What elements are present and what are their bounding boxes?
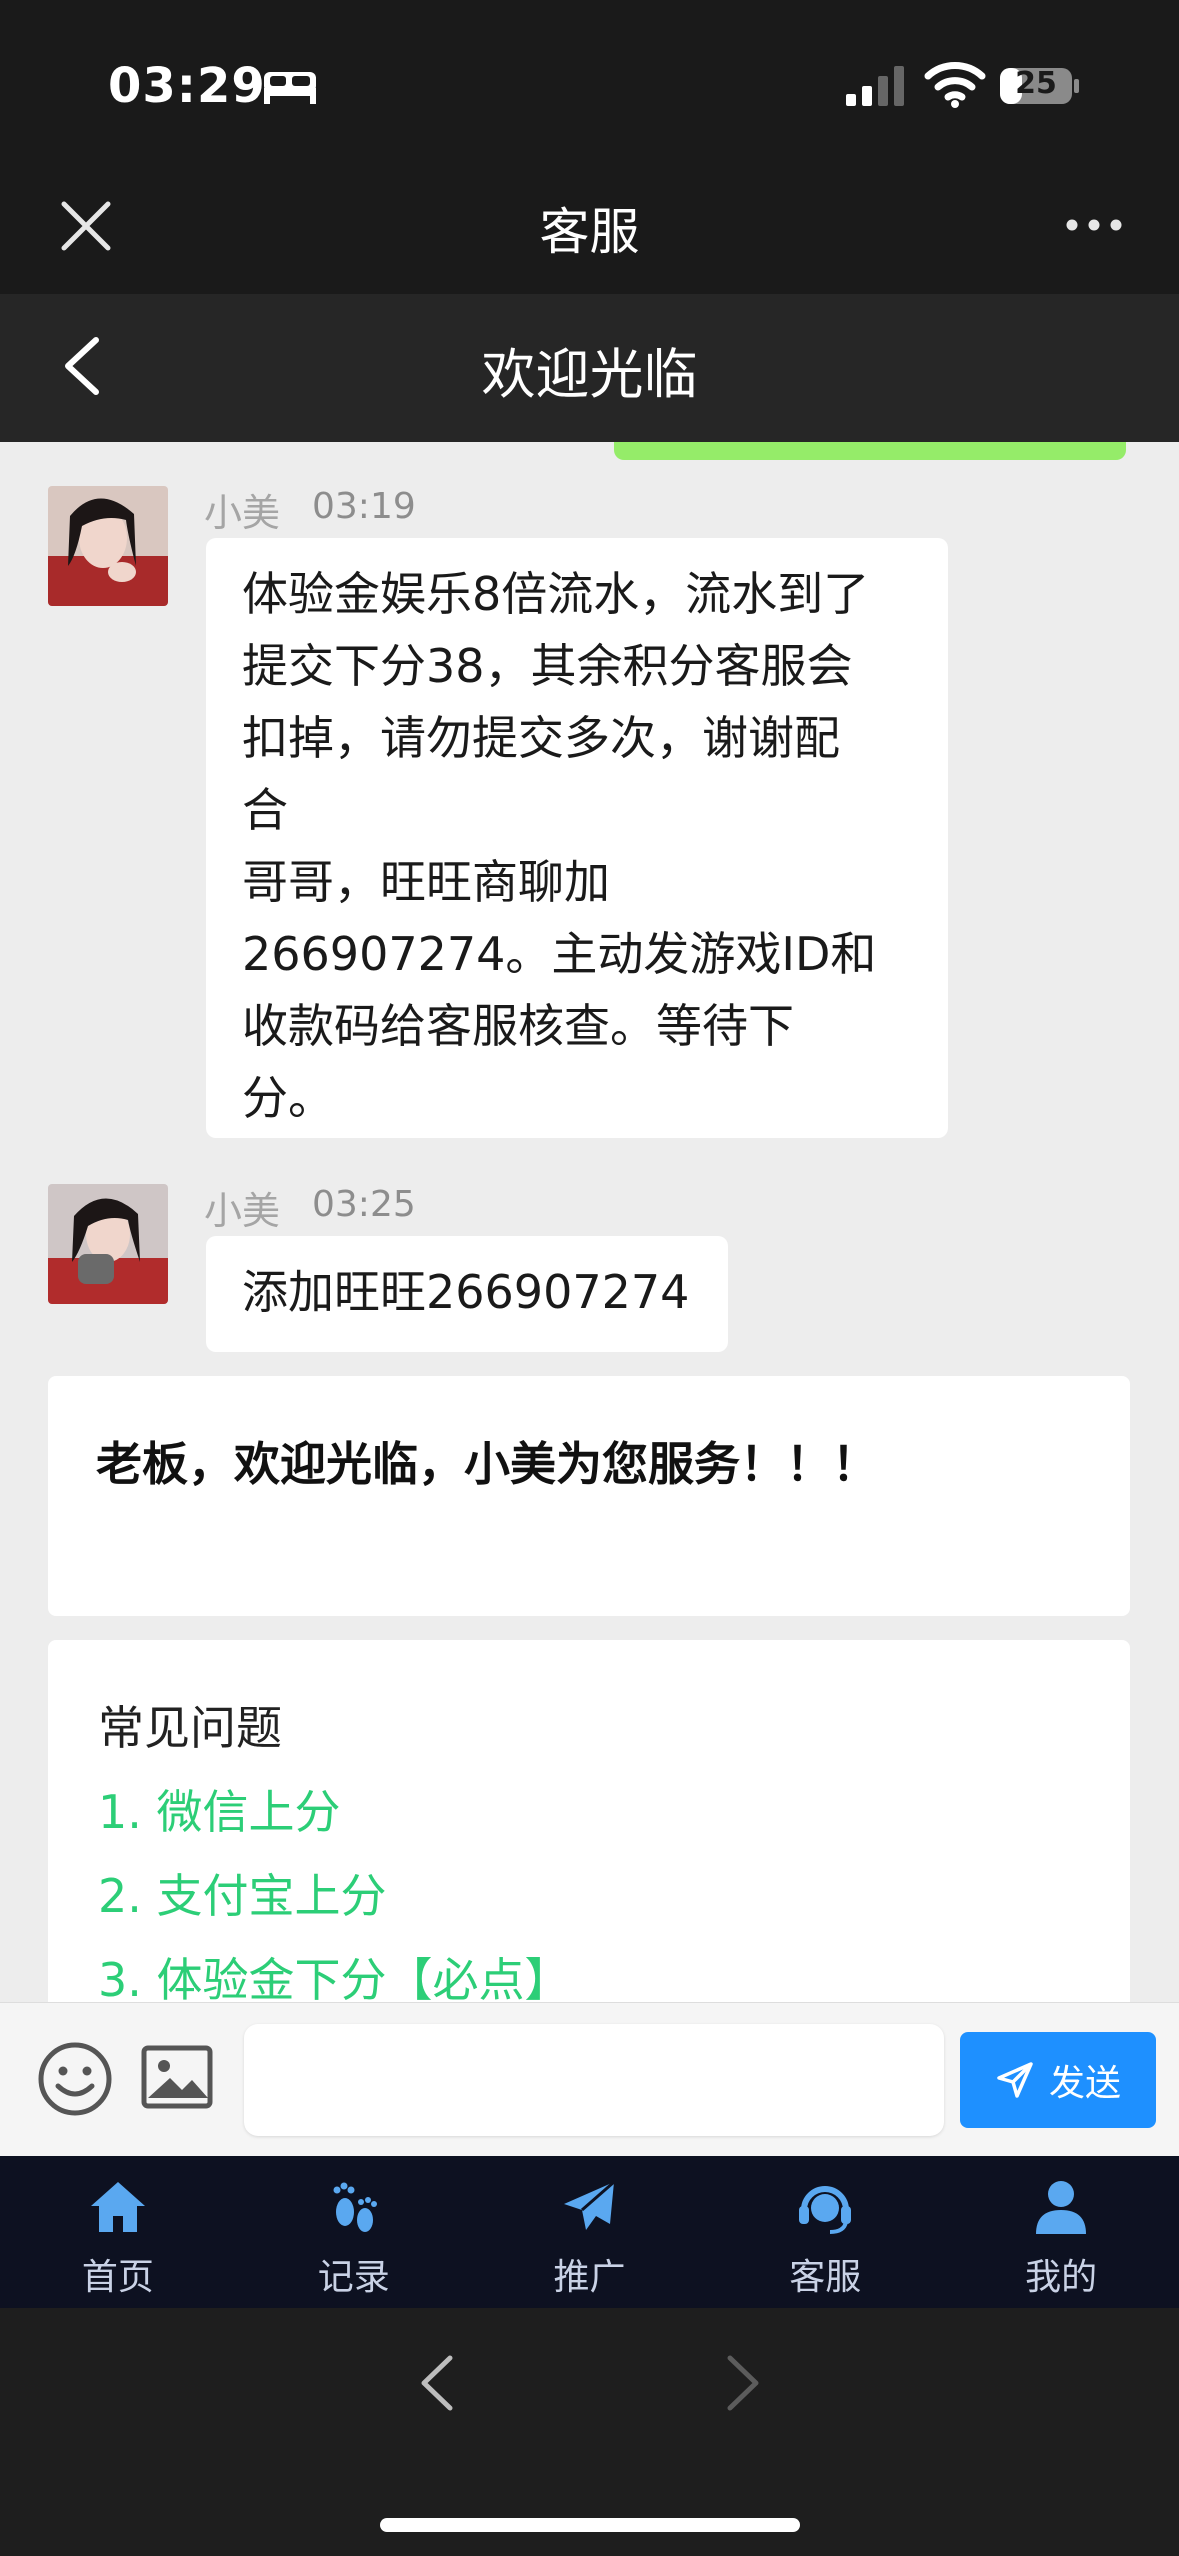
tab-label: 客服 (789, 2257, 862, 2298)
cellular-signal-icon (846, 66, 904, 106)
home-indicator[interactable] (380, 2518, 800, 2532)
message-time: 03:19 (312, 486, 416, 527)
faq-item-alipay-topup[interactable]: 2. 支付宝上分 (98, 1860, 387, 1926)
send-button[interactable]: 发送 (960, 2032, 1156, 2128)
image-upload-icon[interactable] (140, 2044, 214, 2110)
message-line: 添加旺旺266907274 (242, 1265, 690, 1319)
chat-area[interactable]: 小美 03:19 体验金娱乐8倍流水，流水到了 提交下分38，其余积分客服会 扣… (0, 442, 1179, 2002)
message-line: 分。 (242, 1071, 334, 1125)
outgoing-message-bubble (614, 442, 1126, 460)
tab-records[interactable]: 记录 (236, 2156, 472, 2308)
tab-label: 首页 (81, 2257, 154, 2298)
send-icon (997, 2062, 1033, 2098)
user-icon (1036, 2181, 1087, 2234)
message-line: 扣掉，请勿提交多次，谢谢配 (242, 711, 840, 765)
message-line: 哥哥，旺旺商聊加 (242, 855, 610, 909)
message-sender: 小美 (204, 491, 281, 535)
message-line: 266907274。主动发游戏ID和 (242, 927, 877, 981)
sleep-mode-icon (264, 72, 316, 104)
faq-card: 常见问题 1. 微信上分 2. 支付宝上分 3. 体验金下分【必点】 (48, 1640, 1130, 2002)
page-title: 欢迎光临 (481, 343, 698, 406)
wifi-icon (924, 62, 986, 108)
message-line: 收款码给客服核查。等待下 (242, 999, 794, 1053)
tab-promote[interactable]: 推广 (472, 2156, 708, 2308)
browser-back-icon[interactable] (418, 2354, 458, 2412)
avatar[interactable] (48, 1184, 168, 1304)
send-button-label: 发送 (1048, 2063, 1121, 2104)
bottom-tab-bar: 首页 记录 推广 客服 我的 (0, 2156, 1179, 2308)
message-input[interactable] (244, 2024, 944, 2136)
faq-title: 常见问题 (98, 1701, 282, 1755)
message-line: 合 (242, 783, 288, 837)
browser-forward-icon[interactable] (722, 2354, 762, 2412)
welcome-text: 老板，欢迎光临，小美为您服务！！！ (96, 1437, 878, 1491)
tab-label: 我的 (1025, 2257, 1098, 2298)
tab-label: 推广 (553, 2257, 626, 2298)
tab-mine[interactable]: 我的 (943, 2156, 1179, 2308)
message-sender: 小美 (204, 1189, 281, 1233)
message-line: 提交下分38，其余积分客服会 (242, 639, 853, 693)
message-bubble: 体验金娱乐8倍流水，流水到了 提交下分38，其余积分客服会 扣掉，请勿提交多次，… (206, 538, 948, 1138)
more-options-icon[interactable] (1064, 210, 1124, 240)
welcome-card: 老板，欢迎光临，小美为您服务！！！ (48, 1376, 1130, 1616)
home-icon (90, 2182, 145, 2232)
paper-plane-icon (564, 2180, 616, 2230)
faq-item-wechat-topup[interactable]: 1. 微信上分 (98, 1776, 341, 1842)
wechat-page-title: 客服 (539, 203, 640, 261)
battery-level: 25 (1015, 66, 1057, 101)
footprint-icon (333, 2182, 377, 2232)
message-bubble: 添加旺旺266907274 (206, 1236, 728, 1352)
tab-home[interactable]: 首页 (0, 2156, 236, 2308)
avatar[interactable] (48, 486, 168, 606)
message-line: 体验金娱乐8倍流水，流水到了 (242, 567, 870, 621)
message-time: 03:25 (312, 1184, 416, 1225)
status-time: 03:29 (108, 58, 266, 114)
emoji-icon[interactable] (36, 2040, 114, 2118)
headset-icon (799, 2186, 852, 2234)
faq-item-trial-withdraw[interactable]: 3. 体验金下分【必点】 (98, 1944, 571, 2002)
tab-customer-service[interactable]: 客服 (707, 2156, 943, 2308)
tab-label: 记录 (317, 2257, 390, 2298)
